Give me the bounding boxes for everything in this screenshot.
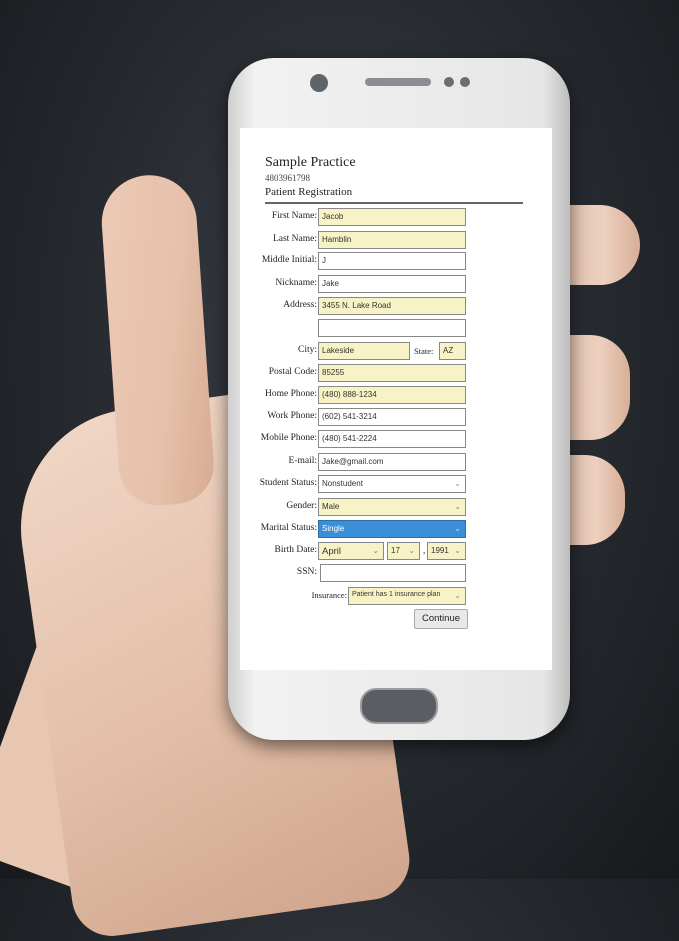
city-input[interactable]: Lakeside bbox=[318, 342, 410, 360]
gender-select[interactable]: Male ⌄ bbox=[318, 498, 466, 516]
form-title: Patient Registration bbox=[265, 186, 353, 198]
postal-code-row: Postal Code: 85255 bbox=[240, 364, 552, 384]
middle-initial-label: Middle Initial: bbox=[261, 255, 317, 265]
birth-month-select[interactable]: April ⌄ bbox=[318, 542, 384, 560]
earpiece-speaker bbox=[365, 78, 431, 86]
birth-month-value: April bbox=[322, 546, 342, 557]
city-state-row: City: Lakeside State: AZ bbox=[240, 342, 552, 362]
email-label: E-mail: bbox=[288, 456, 318, 466]
work-phone-input[interactable]: (602) 541-3214 bbox=[318, 408, 466, 426]
sensor-icon bbox=[460, 77, 470, 87]
mobile-phone-input[interactable]: (480) 541-2224 bbox=[318, 430, 466, 448]
middle-initial-row: Middle Initial: J bbox=[240, 252, 552, 272]
student-status-select[interactable]: Nonstudent ⌄ bbox=[318, 475, 466, 493]
insurance-value: Patient has 1 insurance plan bbox=[352, 591, 441, 598]
insurance-label: Insurance: bbox=[311, 590, 347, 600]
gender-value: Male bbox=[322, 502, 340, 511]
practice-name: Sample Practice bbox=[265, 155, 356, 170]
birth-date-row: Birth Date: April ⌄ 17 ⌄ , 1991 ⌄ bbox=[240, 542, 552, 562]
first-name-input[interactable]: Jacob bbox=[318, 208, 466, 226]
mobile-phone-row: Mobile Phone: (480) 541-2224 bbox=[240, 430, 552, 450]
sensor-icon bbox=[444, 77, 454, 87]
practice-phone: 4803961798 bbox=[265, 173, 310, 183]
student-status-label: Student Status: bbox=[259, 478, 317, 488]
phone-screen: Sample Practice 4803961798 Patient Regis… bbox=[240, 128, 552, 670]
ssn-label: SSN: bbox=[296, 567, 317, 577]
address-line2-input[interactable] bbox=[318, 319, 466, 337]
chevron-down-icon: ⌄ bbox=[454, 591, 461, 600]
middle-initial-input[interactable]: J bbox=[318, 252, 466, 270]
marital-status-row: Marital Status: Single ⌄ bbox=[240, 520, 552, 540]
student-status-value: Nonstudent bbox=[322, 479, 363, 488]
marital-status-select[interactable]: Single ⌄ bbox=[318, 520, 466, 538]
ssn-row: SSN: bbox=[240, 564, 552, 584]
insurance-row: Insurance: Patient has 1 insurance plan … bbox=[240, 587, 552, 607]
nickname-input[interactable]: Jake bbox=[318, 275, 466, 293]
work-phone-label: Work Phone: bbox=[267, 411, 317, 421]
birth-day-select[interactable]: 17 ⌄ bbox=[387, 542, 420, 560]
student-status-row: Student Status: Nonstudent ⌄ bbox=[240, 475, 552, 495]
address-row: Address: 3455 N. Lake Road bbox=[240, 297, 552, 317]
state-label: State: bbox=[414, 346, 434, 356]
home-phone-row: Home Phone: (480) 888-1234 bbox=[240, 386, 552, 406]
birth-day-value: 17 bbox=[391, 546, 400, 555]
gender-row: Gender: Male ⌄ bbox=[240, 498, 552, 518]
mobile-phone-label: Mobile Phone: bbox=[260, 433, 317, 443]
continue-button[interactable]: Continue bbox=[414, 609, 468, 629]
chevron-down-icon: ⌄ bbox=[454, 546, 461, 555]
email-row: E-mail: Jake@gmail.com bbox=[240, 453, 552, 473]
birth-year-select[interactable]: 1991 ⌄ bbox=[427, 542, 466, 560]
home-phone-label: Home Phone: bbox=[265, 389, 317, 399]
birth-year-value: 1991 bbox=[431, 546, 449, 555]
marital-status-label: Marital Status: bbox=[260, 523, 317, 533]
city-label: City: bbox=[297, 345, 317, 355]
postal-code-label: Postal Code: bbox=[268, 367, 317, 377]
home-phone-input[interactable]: (480) 888-1234 bbox=[318, 386, 466, 404]
last-name-label: Last Name: bbox=[272, 234, 317, 244]
address-input[interactable]: 3455 N. Lake Road bbox=[318, 297, 466, 315]
first-name-row: First Name: Jacob bbox=[240, 208, 552, 228]
nickname-row: Nickname: Jake bbox=[240, 275, 552, 295]
work-phone-row: Work Phone: (602) 541-3214 bbox=[240, 408, 552, 428]
ssn-input[interactable] bbox=[320, 564, 466, 582]
first-name-label: First Name: bbox=[271, 211, 317, 221]
gender-label: Gender: bbox=[286, 501, 317, 511]
header-divider bbox=[265, 202, 523, 204]
chevron-down-icon: ⌄ bbox=[454, 524, 461, 533]
email-input[interactable]: Jake@gmail.com bbox=[318, 453, 466, 471]
chevron-down-icon: ⌄ bbox=[454, 479, 461, 488]
marital-status-value: Single bbox=[322, 524, 345, 533]
postal-code-input[interactable]: 85255 bbox=[318, 364, 466, 382]
chevron-down-icon: ⌄ bbox=[408, 546, 415, 555]
last-name-input[interactable]: Hamblin bbox=[318, 231, 466, 249]
birth-date-separator: , bbox=[423, 545, 426, 555]
chevron-down-icon: ⌄ bbox=[454, 502, 461, 511]
front-camera-icon bbox=[310, 74, 328, 92]
nickname-label: Nickname: bbox=[275, 278, 317, 288]
birth-date-label: Birth Date: bbox=[274, 545, 317, 555]
address-line2-row bbox=[240, 319, 552, 339]
insurance-select[interactable]: Patient has 1 insurance plan ⌄ bbox=[348, 587, 466, 605]
home-button[interactable] bbox=[360, 688, 438, 724]
chevron-down-icon: ⌄ bbox=[372, 546, 379, 555]
last-name-row: Last Name: Hamblin bbox=[240, 231, 552, 251]
address-label: Address: bbox=[283, 300, 317, 310]
state-input[interactable]: AZ bbox=[439, 342, 466, 360]
